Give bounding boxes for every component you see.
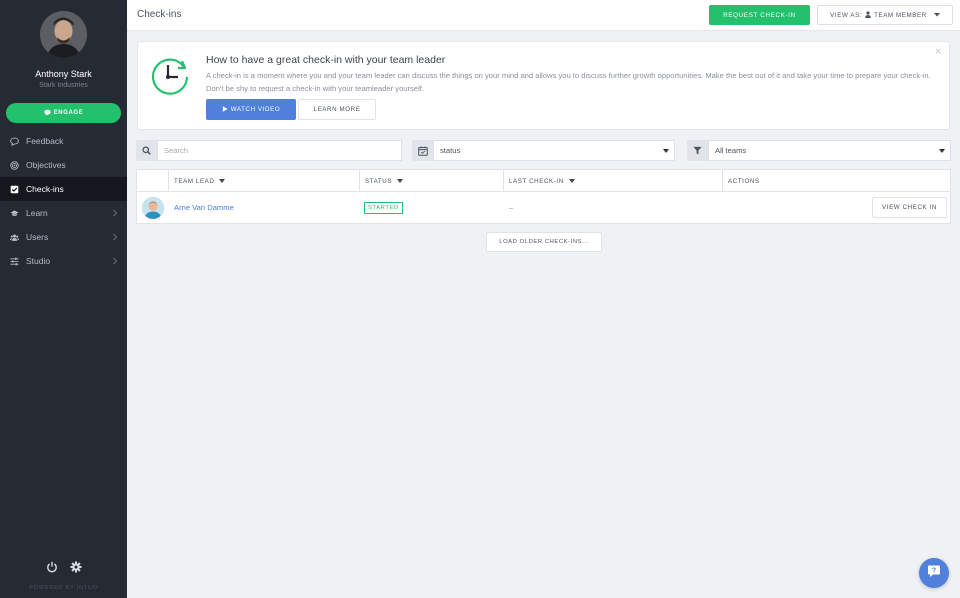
user-icon xyxy=(865,10,871,20)
sidebar-item-label: Learn xyxy=(26,208,48,218)
play-icon xyxy=(222,105,228,114)
engage-label: ENGAGE xyxy=(53,110,84,116)
search-filter xyxy=(136,140,402,161)
sidebar-item-label: Feedback xyxy=(26,136,64,146)
banner-title: How to have a great check-in with your t… xyxy=(206,54,446,66)
target-icon xyxy=(10,160,19,170)
sidebar-item-check-ins[interactable]: Check-ins xyxy=(0,177,127,201)
users-icon xyxy=(10,233,19,242)
team-lead-avatar xyxy=(142,197,164,219)
caret-down-icon xyxy=(939,149,945,153)
help-chat-button[interactable]: ? xyxy=(919,558,949,588)
engage-button[interactable]: ENGAGE xyxy=(6,103,121,123)
power-icon[interactable] xyxy=(46,560,58,578)
view-as-dropdown[interactable]: VIEW AS: TEAM MEMBER xyxy=(817,5,953,25)
gear-icon[interactable] xyxy=(69,560,82,578)
request-check-in-button[interactable]: REQUEST CHECK-IN xyxy=(709,5,810,25)
sidebar-footer-actions xyxy=(0,560,127,578)
view-check-in-button[interactable]: VIEW CHECK IN xyxy=(872,197,947,218)
checkbox-icon xyxy=(10,185,19,194)
user-name: Anthony Stark xyxy=(35,69,92,79)
load-older-check-ins-button[interactable]: LOAD OLDER CHECK-INS... xyxy=(486,232,602,252)
last-check-in-value: – xyxy=(509,203,514,212)
status-select-value: status xyxy=(440,146,461,155)
user-company: Stark Industries xyxy=(39,82,88,89)
chat-bubble-icon xyxy=(44,109,51,118)
question-bubble-icon: ? xyxy=(927,564,941,583)
column-header-label: TEAM LEAD xyxy=(174,177,215,185)
column-divider xyxy=(722,170,723,192)
watch-video-label: WATCH VIDEO xyxy=(230,106,281,113)
sidebar-item-learn[interactable]: Learn xyxy=(0,201,127,225)
status-badge: STARTED xyxy=(364,202,403,214)
view-as-value: TEAM MEMBER xyxy=(874,11,927,19)
team-select-value: All teams xyxy=(715,146,747,155)
column-divider xyxy=(168,170,169,192)
sidebar-item-label: Objectives xyxy=(26,160,66,170)
sort-caret-icon xyxy=(219,179,226,183)
chevron-right-icon xyxy=(111,232,119,242)
sidebar: Anthony Stark Stark Industries ENGAGE Fe… xyxy=(0,0,127,598)
team-filter: All teams xyxy=(687,140,951,161)
graduation-cap-icon xyxy=(10,209,19,218)
column-divider xyxy=(359,170,360,192)
user-avatar[interactable] xyxy=(40,11,87,58)
status-select[interactable]: status xyxy=(433,140,675,161)
search-box xyxy=(157,140,402,161)
column-header-actions: ACTIONS xyxy=(722,170,760,192)
sidebar-item-feedback[interactable]: Feedback xyxy=(0,129,127,153)
powered-by: POWERED BY INTUO xyxy=(29,585,98,591)
sidebar-item-label: Check-ins xyxy=(26,184,64,194)
team-select[interactable]: All teams xyxy=(708,140,951,161)
sidebar-item-label: Studio xyxy=(26,256,51,266)
check-in-info-banner: How to have a great check-in with your t… xyxy=(137,41,950,130)
chevron-right-icon xyxy=(111,208,119,218)
search-icon xyxy=(136,140,157,161)
learn-more-button[interactable]: LEARN MORE xyxy=(298,99,376,120)
close-icon[interactable]: × xyxy=(935,46,941,58)
sidebar-item-studio[interactable]: Studio xyxy=(0,249,127,273)
clock-icon xyxy=(149,55,191,97)
filter-icon xyxy=(687,140,708,161)
comment-icon xyxy=(10,137,19,146)
column-header-last-check-in[interactable]: LAST CHECK-IN xyxy=(503,170,575,192)
column-header-label: LAST CHECK-IN xyxy=(509,177,564,185)
page-title: Check-ins xyxy=(137,9,182,20)
sidebar-item-label: Users xyxy=(26,232,49,242)
top-bar: Check-ins REQUEST CHECK-IN VIEW AS: TEAM… xyxy=(127,0,960,31)
svg-text:?: ? xyxy=(932,567,936,574)
sidebar-nav: Feedback Objectives Check-ins Learn User… xyxy=(0,129,127,273)
table-header: TEAM LEAD STATUS LAST CHECK-IN ACTIONS xyxy=(137,170,950,192)
caret-down-icon xyxy=(933,12,940,19)
status-filter: status xyxy=(412,140,675,161)
column-header-team-lead[interactable]: TEAM LEAD xyxy=(168,170,226,192)
sidebar-item-objectives[interactable]: Objectives xyxy=(0,153,127,177)
column-header-label: STATUS xyxy=(365,177,393,185)
sort-caret-icon xyxy=(397,179,404,183)
table-row: Arne Van Damme STARTED – VIEW CHECK IN xyxy=(137,193,950,223)
view-as-label: VIEW AS: xyxy=(830,11,863,19)
column-header-status[interactable]: STATUS xyxy=(359,170,404,192)
caret-down-icon xyxy=(663,149,669,153)
sliders-icon xyxy=(10,257,19,266)
chevron-right-icon xyxy=(111,256,119,266)
sidebar-item-users[interactable]: Users xyxy=(0,225,127,249)
banner-description: A check-in is a moment where you and you… xyxy=(206,71,931,93)
watch-video-button[interactable]: WATCH VIDEO xyxy=(206,99,296,120)
column-header-label: ACTIONS xyxy=(728,177,760,185)
team-lead-link[interactable]: Arne Van Damme xyxy=(174,203,234,212)
search-input[interactable] xyxy=(164,146,401,155)
calendar-check-icon xyxy=(412,140,433,161)
check-ins-table: TEAM LEAD STATUS LAST CHECK-IN ACTIONS A… xyxy=(136,169,951,224)
sort-caret-icon xyxy=(568,179,575,183)
column-divider xyxy=(503,170,504,192)
